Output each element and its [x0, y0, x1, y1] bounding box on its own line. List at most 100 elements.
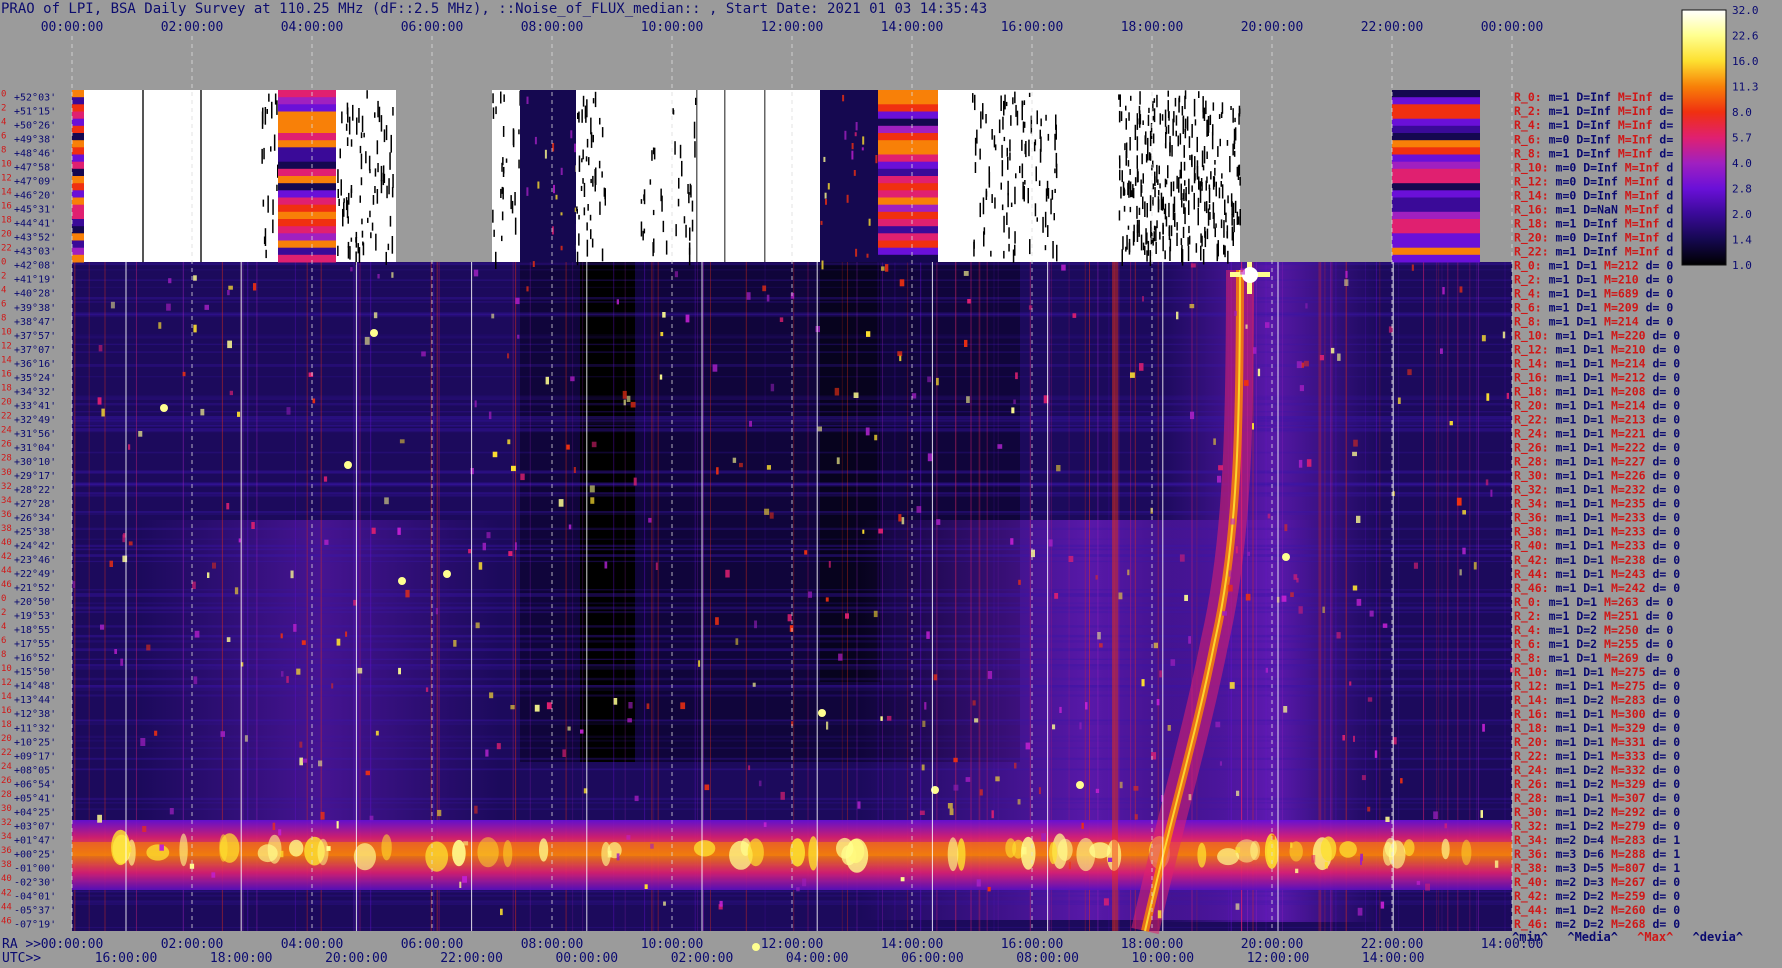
declination-label: -07°19' — [14, 920, 56, 931]
declination-label: +52°03' — [14, 93, 56, 104]
declination-label: +48°46' — [14, 149, 56, 160]
declination-label: +06°54' — [14, 779, 56, 790]
declination-label: +49°38' — [14, 135, 56, 146]
row-stat: R_4: m=1 D=2 M=250 d= 0 — [1514, 623, 1673, 638]
declination-label: +28°22' — [14, 485, 56, 496]
beam-index: 32 — [1, 482, 12, 492]
beam-index: 4 — [1, 117, 6, 127]
row-stat: R_4: m=1 D=Inf M=Inf d= — [1514, 118, 1673, 133]
ra-tick: 06:00:00 — [401, 937, 464, 952]
row-stat: R_20: m=1 D=1 M=214 d= 0 — [1514, 399, 1680, 414]
row-stat: R_28: m=1 D=1 M=227 d= 0 — [1514, 455, 1680, 470]
row-stat: R_36: m=1 D=1 M=233 d= 0 — [1514, 511, 1680, 526]
colorbar-tick: 2.0 — [1732, 208, 1752, 221]
declination-label: +15°50' — [14, 667, 56, 678]
colorbar-tick: 1.0 — [1732, 259, 1752, 272]
beam-index: 38 — [1, 860, 12, 870]
beam-index: 12 — [1, 173, 12, 183]
beam-index: 18 — [1, 216, 12, 226]
declination-label: +43°03' — [14, 247, 56, 258]
declination-label: +08°05' — [14, 765, 56, 776]
beam-index: 26 — [1, 776, 12, 786]
row-stat: R_8: m=1 D=1 M=214 d= 0 — [1514, 315, 1673, 330]
declination-label: +19°53' — [14, 611, 56, 622]
declination-label: +39°38' — [14, 303, 56, 314]
top-time-tick: 00:00:00 — [1481, 20, 1544, 35]
heatmap-image — [72, 90, 1514, 951]
colorbar-tick: 2.8 — [1732, 183, 1752, 196]
row-stat: R_4: m=1 D=1 M=689 d= 0 — [1514, 286, 1673, 301]
row-stat: R_6: m=1 D=2 M=255 d= 0 — [1514, 637, 1673, 652]
utc-tick: 12:00:00 — [1247, 951, 1310, 966]
row-stat: R_8: m=1 D=1 M=269 d= 0 — [1514, 651, 1673, 666]
top-time-tick: 04:00:00 — [281, 20, 344, 35]
row-stat: R_10: m=1 D=1 M=275 d= 0 — [1514, 665, 1680, 680]
declination-label: +41°19' — [14, 275, 56, 286]
beam-index: 2 — [1, 608, 6, 618]
beam-index: 34 — [1, 496, 12, 506]
row-stat: R_12: m=1 D=1 M=210 d= 0 — [1514, 343, 1680, 358]
row-stat: R_8: m=1 D=Inf M=Inf d= — [1514, 146, 1673, 161]
declination-label: +38°47' — [14, 317, 56, 328]
beam-index: 16 — [1, 706, 12, 716]
row-stat: R_16: m=1 D=1 M=212 d= 0 — [1514, 371, 1680, 386]
declination-label: +21°52' — [14, 583, 56, 594]
beam-index: 22 — [1, 412, 12, 422]
declination-label: +46°20' — [14, 191, 56, 202]
top-time-tick: 00:00:00 — [41, 20, 104, 35]
beam-index: 18 — [1, 384, 12, 394]
row-stat: R_14: m=0 D=Inf M=Inf d — [1514, 188, 1673, 203]
row-stat: R_38: m=1 D=1 M=233 d= 0 — [1514, 525, 1680, 540]
top-time-tick: 14:00:00 — [881, 20, 944, 35]
declination-label: +50°26' — [14, 121, 56, 132]
declination-label: +40°28' — [14, 289, 56, 300]
colorbar-tick: 32.0 — [1732, 4, 1759, 17]
declination-label: +01°47' — [14, 835, 56, 846]
utc-tick: 22:00:00 — [440, 951, 503, 966]
top-time-tick: 16:00:00 — [1001, 20, 1064, 35]
ra-tick: 16:00:00 — [1001, 937, 1064, 952]
footer-legend: ^min^ ^Media^ ^Max^ ^devia^ — [1512, 930, 1755, 944]
declination-label: +42°08' — [14, 261, 56, 272]
beam-index: 10 — [1, 328, 12, 338]
utc-tick: 06:00:00 — [901, 951, 964, 966]
row-stat: R_32: m=1 D=2 M=279 d= 0 — [1514, 819, 1680, 834]
beam-index: 0 — [1, 258, 6, 268]
ra-tick: 22:00:00 — [1361, 937, 1424, 952]
beam-index: 6 — [1, 636, 6, 646]
ra-tick: 18:00:00 — [1121, 937, 1184, 952]
declination-label: +45°31' — [14, 205, 56, 216]
declination-label: +31°56' — [14, 429, 56, 440]
row-stat: R_12: m=1 D=1 M=275 d= 0 — [1514, 679, 1680, 694]
declination-label: +51°15' — [14, 107, 56, 118]
row-stat: R_30: m=1 D=2 M=292 d= 0 — [1514, 805, 1680, 820]
row-stat: R_10: m=0 D=Inf M=Inf d — [1514, 160, 1673, 175]
top-time-tick: 18:00:00 — [1121, 20, 1184, 35]
beam-index: 28 — [1, 454, 12, 464]
row-stat: R_18: m=1 D=1 M=329 d= 0 — [1514, 721, 1680, 736]
declination-label: +47°09' — [14, 177, 56, 188]
beam-index: 44 — [1, 566, 12, 576]
footer-max: ^Max^ — [1637, 930, 1674, 944]
beam-index: 14 — [1, 692, 12, 702]
beam-index: 40 — [1, 874, 12, 884]
ra-tick: 02:00:00 — [161, 937, 224, 952]
declination-label: +09°17' — [14, 751, 56, 762]
declination-label: +43°52' — [14, 233, 56, 244]
row-stat: R_18: m=1 D=1 M=208 d= 0 — [1514, 385, 1680, 400]
colorbar-tick: 22.6 — [1732, 30, 1759, 43]
colorbar-tick: 4.0 — [1732, 157, 1752, 170]
utc-tick: 00:00:00 — [555, 951, 618, 966]
row-stat: R_36: m=3 D=6 M=288 d= 1 — [1514, 847, 1680, 862]
beam-index: 36 — [1, 846, 12, 856]
colorbar — [1681, 9, 1727, 266]
row-stat: R_46: m=1 D=1 M=242 d= 0 — [1514, 581, 1680, 596]
row-stat: R_22: m=1 D=Inf M=Inf d — [1514, 244, 1673, 259]
beam-index: 34 — [1, 832, 12, 842]
beam-index: 2 — [1, 103, 6, 113]
row-stat: R_32: m=1 D=1 M=232 d= 0 — [1514, 483, 1680, 498]
beam-index: 16 — [1, 201, 12, 211]
row-stat: R_40: m=1 D=1 M=233 d= 0 — [1514, 539, 1680, 554]
declination-label: +23°46' — [14, 555, 56, 566]
footer-devia: ^devia^ — [1692, 930, 1744, 944]
